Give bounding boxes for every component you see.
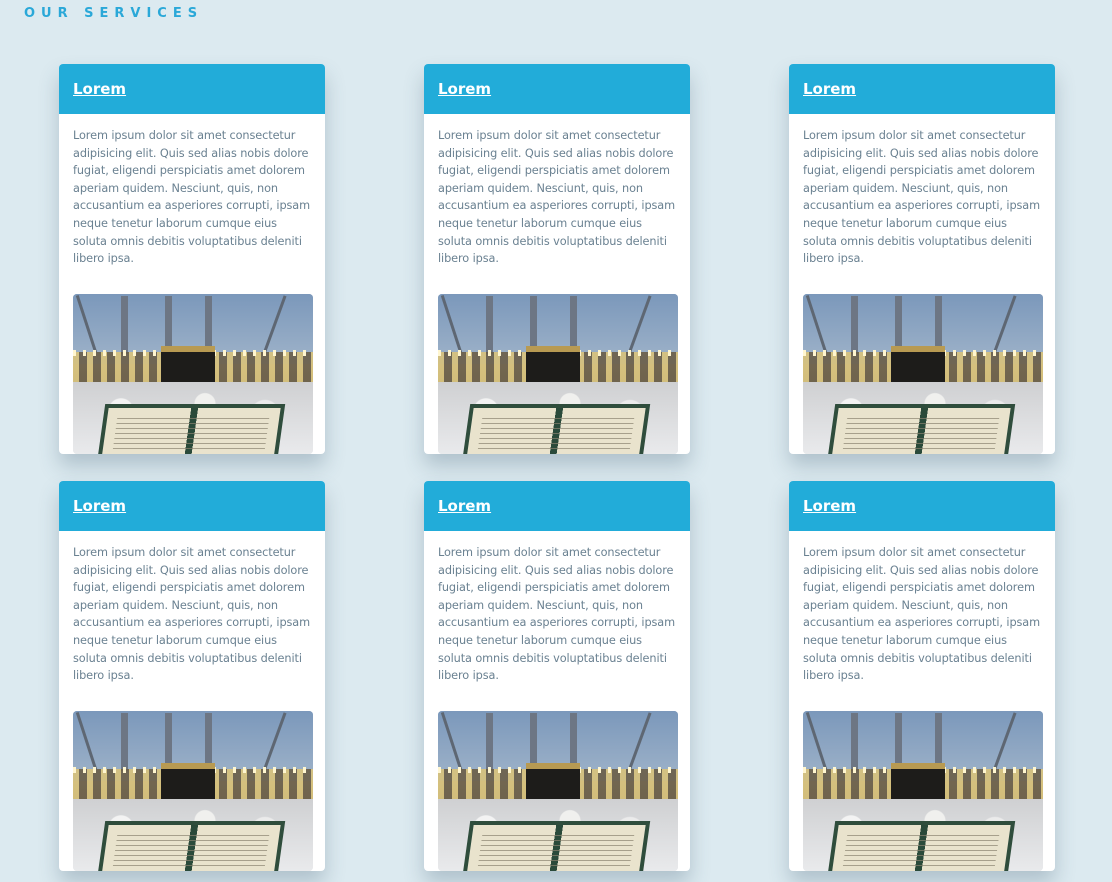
- card-header: Lorem: [59, 64, 325, 114]
- service-card: Lorem Lorem ipsum dolor sit amet consect…: [789, 64, 1055, 454]
- card-description: Lorem ipsum dolor sit amet consectetur a…: [438, 129, 676, 266]
- card-body: Lorem ipsum dolor sit amet consectetur a…: [59, 114, 325, 454]
- card-header: Lorem: [789, 64, 1055, 114]
- service-card: Lorem Lorem ipsum dolor sit amet consect…: [59, 481, 325, 871]
- card-description: Lorem ipsum dolor sit amet consectetur a…: [73, 129, 311, 266]
- kaaba-quran-photo: [438, 294, 678, 454]
- card-body: Lorem ipsum dolor sit amet consectetur a…: [59, 531, 325, 871]
- service-card: Lorem Lorem ipsum dolor sit amet consect…: [59, 64, 325, 454]
- kaaba-quran-photo: [803, 294, 1043, 454]
- card-title-link[interactable]: Lorem: [438, 497, 491, 515]
- card-body: Lorem ipsum dolor sit amet consectetur a…: [424, 114, 690, 454]
- card-title-link[interactable]: Lorem: [803, 497, 856, 515]
- card-description: Lorem ipsum dolor sit amet consectetur a…: [803, 129, 1041, 266]
- kaaba-quran-photo: [73, 711, 313, 871]
- card-title-link[interactable]: Lorem: [438, 80, 491, 98]
- kaaba-quran-photo: [438, 711, 678, 871]
- kaaba-quran-photo: [73, 294, 313, 454]
- card-description: Lorem ipsum dolor sit amet consectetur a…: [803, 546, 1041, 683]
- service-card: Lorem Lorem ipsum dolor sit amet consect…: [424, 64, 690, 454]
- kaaba-quran-photo: [803, 711, 1043, 871]
- card-title-link[interactable]: Lorem: [803, 80, 856, 98]
- card-description: Lorem ipsum dolor sit amet consectetur a…: [438, 546, 676, 683]
- card-header: Lorem: [424, 481, 690, 531]
- card-title-link[interactable]: Lorem: [73, 80, 126, 98]
- card-header: Lorem: [789, 481, 1055, 531]
- section-title: OUR SERVICES: [24, 6, 204, 21]
- services-grid: Lorem Lorem ipsum dolor sit amet consect…: [59, 64, 1055, 871]
- card-description: Lorem ipsum dolor sit amet consectetur a…: [73, 546, 311, 683]
- card-header: Lorem: [424, 64, 690, 114]
- card-body: Lorem ipsum dolor sit amet consectetur a…: [789, 114, 1055, 454]
- card-title-link[interactable]: Lorem: [73, 497, 126, 515]
- card-header: Lorem: [59, 481, 325, 531]
- card-body: Lorem ipsum dolor sit amet consectetur a…: [789, 531, 1055, 871]
- card-body: Lorem ipsum dolor sit amet consectetur a…: [424, 531, 690, 871]
- service-card: Lorem Lorem ipsum dolor sit amet consect…: [789, 481, 1055, 871]
- service-card: Lorem Lorem ipsum dolor sit amet consect…: [424, 481, 690, 871]
